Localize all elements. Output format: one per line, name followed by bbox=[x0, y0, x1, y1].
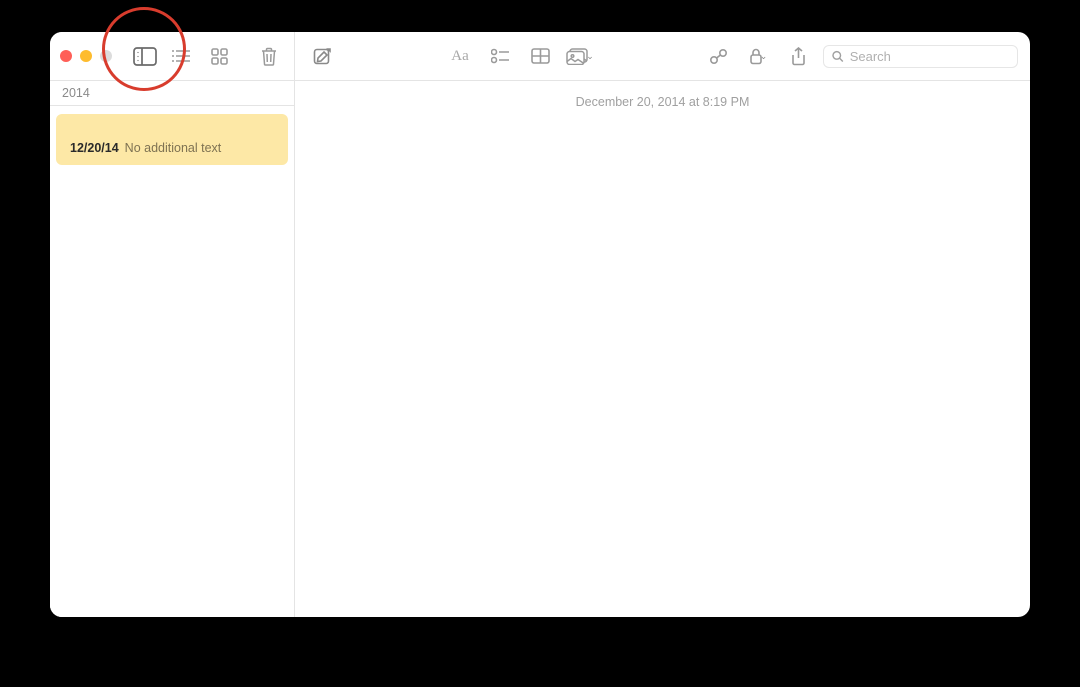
table-button[interactable] bbox=[525, 41, 555, 71]
format-toolbar-group: Aa bbox=[445, 41, 595, 71]
delete-button[interactable] bbox=[254, 41, 284, 71]
content-pane: Aa bbox=[295, 32, 1030, 617]
format-button[interactable]: Aa bbox=[445, 41, 475, 71]
chevron-down-icon: ⌄ bbox=[586, 51, 594, 62]
link-button[interactable] bbox=[703, 41, 733, 71]
checklist-icon bbox=[491, 48, 509, 64]
chevron-down-icon: ⌄ bbox=[760, 51, 768, 62]
action-toolbar-group: ⌄ bbox=[703, 41, 813, 71]
photo-icon bbox=[566, 48, 588, 65]
compose-icon bbox=[313, 47, 332, 66]
grid-icon bbox=[211, 48, 228, 65]
note-preview: No additional text bbox=[125, 141, 222, 155]
close-window-button[interactable] bbox=[60, 50, 72, 62]
trash-icon bbox=[261, 47, 277, 66]
gallery-view-button[interactable] bbox=[204, 41, 234, 71]
window-controls bbox=[60, 50, 112, 62]
note-list-item[interactable]: 12/20/14 No additional text bbox=[56, 114, 288, 165]
notes-window: 2014 12/20/14 No additional text bbox=[50, 32, 1030, 617]
search-input[interactable] bbox=[850, 49, 1009, 64]
search-field[interactable] bbox=[823, 45, 1018, 68]
notes-list: 12/20/14 No additional text bbox=[50, 106, 294, 617]
note-meta: 12/20/14 No additional text bbox=[70, 141, 274, 155]
lock-button[interactable]: ⌄ bbox=[743, 41, 773, 71]
minimize-window-button[interactable] bbox=[80, 50, 92, 62]
note-editor[interactable]: December 20, 2014 at 8:19 PM bbox=[295, 81, 1030, 617]
sidebar: 2014 12/20/14 No additional text bbox=[50, 32, 295, 617]
search-icon bbox=[832, 50, 844, 63]
sidebar-toolbar bbox=[50, 32, 294, 81]
note-title bbox=[70, 124, 274, 136]
list-view-button[interactable] bbox=[166, 41, 196, 71]
editor-toolbar: Aa bbox=[295, 32, 1030, 81]
text-format-icon: Aa bbox=[451, 48, 469, 65]
section-header: 2014 bbox=[50, 81, 294, 106]
link-icon bbox=[709, 48, 728, 65]
share-button[interactable] bbox=[783, 41, 813, 71]
new-note-button[interactable] bbox=[307, 41, 337, 71]
media-button[interactable]: ⌄ bbox=[565, 41, 595, 71]
toggle-sidebar-button[interactable] bbox=[130, 41, 160, 71]
sidebar-icon bbox=[133, 47, 157, 66]
note-date: 12/20/14 bbox=[70, 141, 119, 155]
maximize-window-button[interactable] bbox=[100, 50, 112, 62]
list-view-icon bbox=[172, 49, 190, 63]
table-icon bbox=[531, 48, 550, 64]
note-timestamp: December 20, 2014 at 8:19 PM bbox=[317, 95, 1008, 109]
section-label: 2014 bbox=[62, 86, 90, 100]
share-icon bbox=[791, 47, 806, 66]
checklist-button[interactable] bbox=[485, 41, 515, 71]
